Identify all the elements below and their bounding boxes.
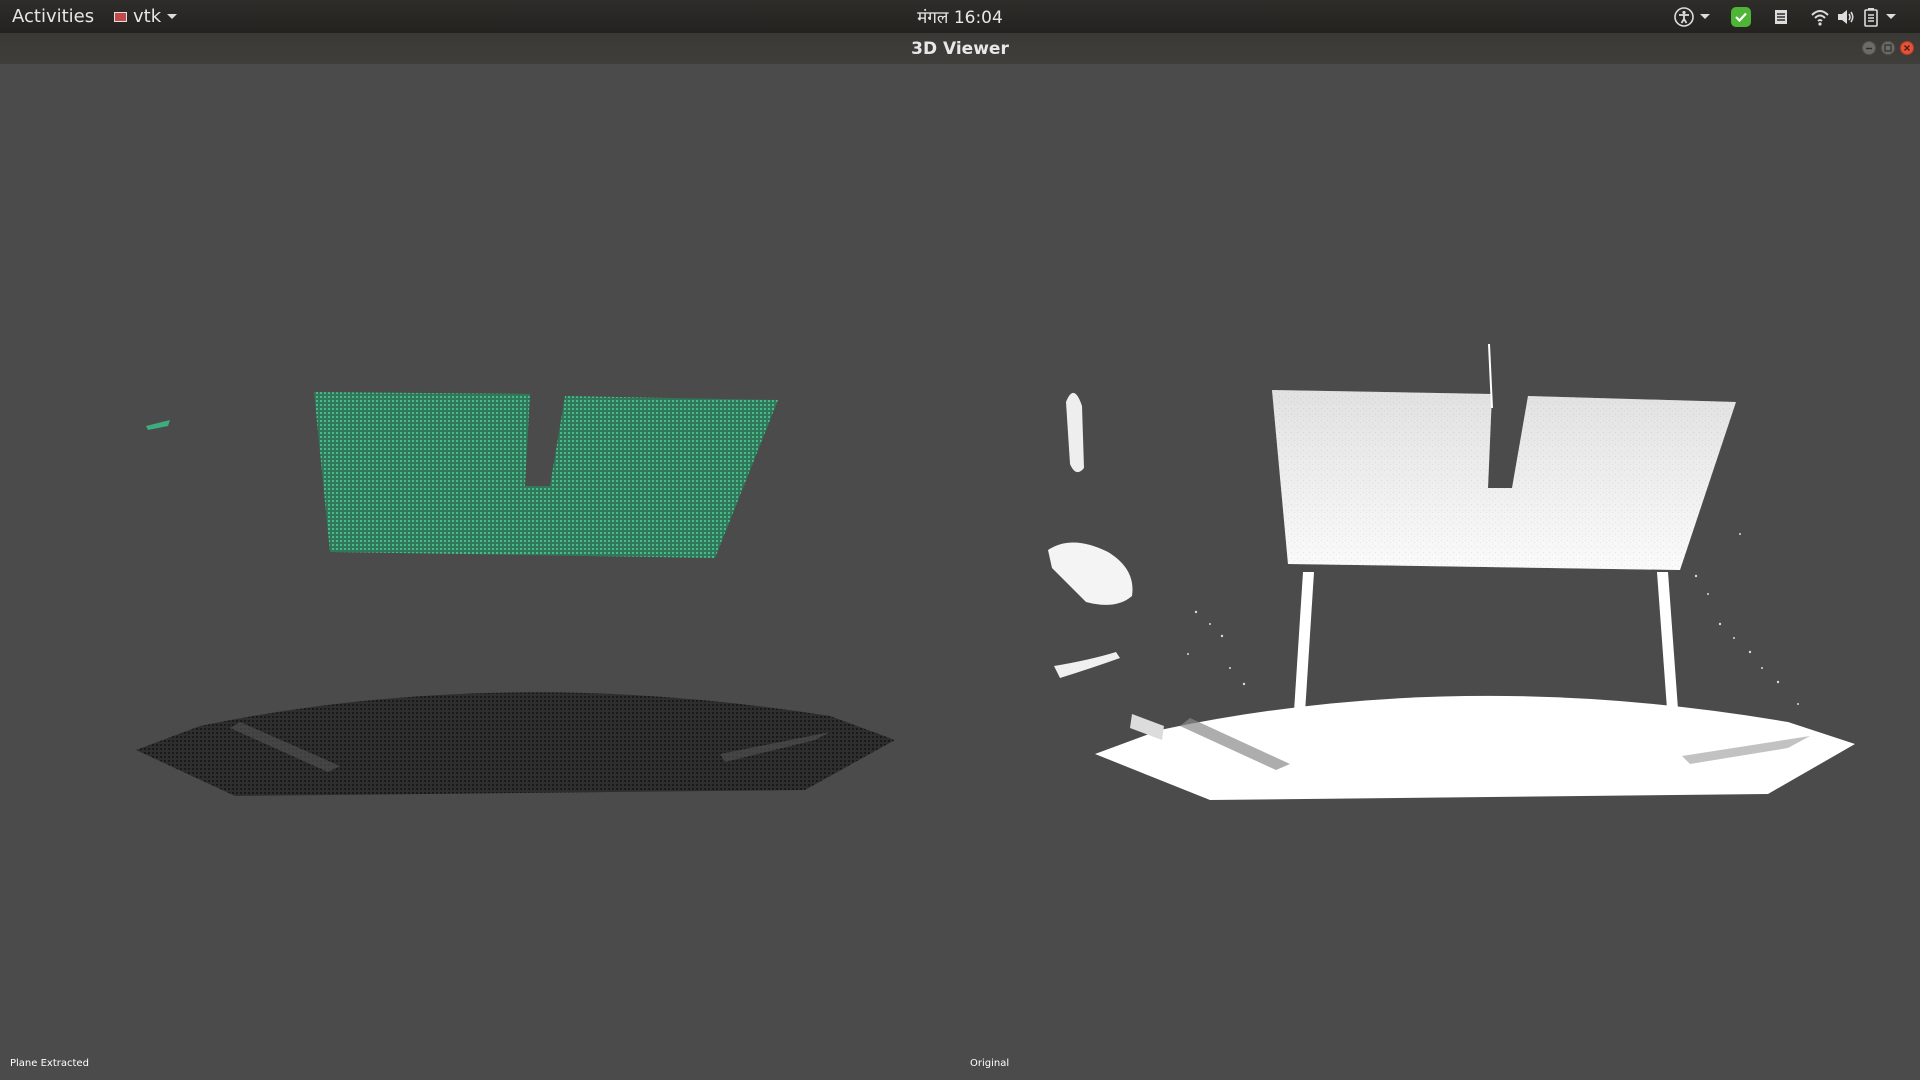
activities-button[interactable]: Activities (12, 6, 94, 27)
window-title-bar[interactable]: 3D Viewer (0, 33, 1920, 64)
clock: मंगल 16:04 (0, 5, 1920, 28)
vtk-app-icon (114, 11, 127, 22)
render-window[interactable]: Plane Extracted Original (0, 64, 1920, 1080)
close-icon (1904, 45, 1910, 51)
maximize-icon (1884, 44, 1892, 52)
wall-texture (1272, 390, 1736, 570)
extracted-plane (314, 392, 778, 558)
side-object-upper (1066, 392, 1084, 473)
original-point-cloud (1048, 343, 1855, 800)
viewport-original[interactable]: Original (960, 64, 1920, 1080)
system-tray (1668, 4, 1902, 29)
viewport-label: Plane Extracted (10, 1058, 89, 1069)
window-controls (1862, 41, 1914, 55)
accessibility-menu[interactable] (1668, 4, 1716, 29)
status-menu[interactable] (1804, 4, 1902, 29)
close-button[interactable] (1900, 41, 1914, 55)
clock-label[interactable]: मंगल 16:04 (917, 8, 1003, 28)
battery-icon (1864, 7, 1878, 27)
notes-indicator[interactable] (1766, 4, 1796, 29)
side-object-chair (1048, 542, 1133, 605)
plane-fragment (146, 420, 170, 430)
accessibility-icon (1674, 6, 1694, 27)
software-update-indicator[interactable] (1724, 4, 1758, 29)
top-bar: Activities vtk मंगल 16:04 (0, 0, 1920, 33)
minimize-icon (1866, 47, 1872, 50)
software-update-check-icon (1731, 6, 1751, 27)
volume-icon (1838, 9, 1854, 24)
chevron-down-icon (1700, 14, 1710, 19)
app-menu-label: vtk (133, 6, 162, 27)
viewport-label: Original (970, 1058, 1010, 1069)
notes-icon (1775, 9, 1787, 24)
wifi-icon (1811, 9, 1829, 26)
app-menu[interactable]: vtk (114, 6, 178, 27)
viewport-plane-extracted[interactable]: Plane Extracted (0, 64, 960, 1080)
minimize-button[interactable] (1862, 41, 1876, 55)
maximize-button[interactable] (1881, 41, 1895, 55)
chevron-down-icon (1886, 14, 1896, 19)
chevron-down-icon (167, 14, 178, 19)
side-object-arm (1054, 652, 1120, 678)
window-title: 3D Viewer (911, 39, 1009, 59)
plane-extracted-point-cloud (136, 392, 895, 796)
